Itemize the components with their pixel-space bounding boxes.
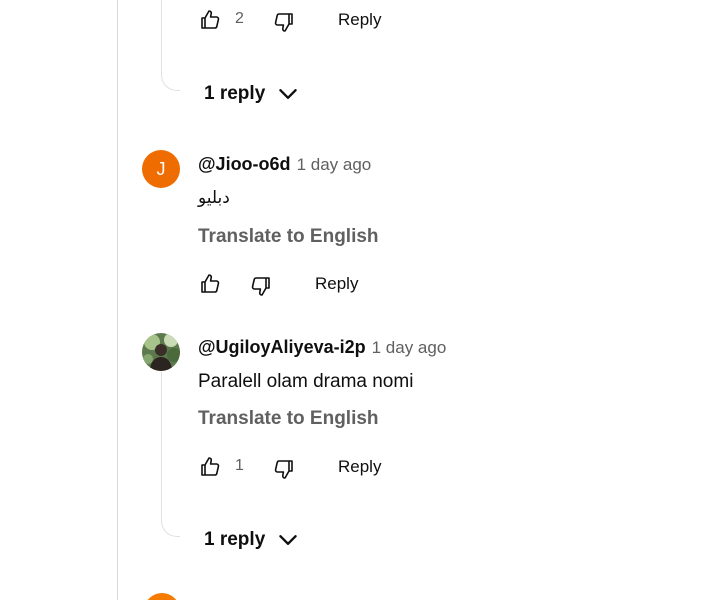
replies-count: 1 reply xyxy=(204,529,266,550)
author-handle[interactable]: @UgiloyAliyeva-i2p xyxy=(198,337,366,358)
timestamp[interactable]: 1 day ago xyxy=(372,338,447,358)
replies-count: 1 reply xyxy=(204,83,266,104)
like-button[interactable] xyxy=(198,272,222,296)
avatar[interactable] xyxy=(142,333,180,371)
like-button[interactable] xyxy=(198,455,222,479)
dislike-button[interactable] xyxy=(272,457,296,481)
thumbs-down-icon xyxy=(251,277,270,296)
thumbs-down-icon xyxy=(274,460,293,479)
like-count: 2 xyxy=(235,10,244,27)
dislike-button[interactable] xyxy=(249,274,273,298)
avatar-photo-icon xyxy=(142,333,180,371)
chevron-down-icon xyxy=(279,535,298,545)
like-button[interactable] xyxy=(198,8,222,32)
comment-header: @UgiloyAliyeva-i2p 1 day ago xyxy=(198,337,446,358)
thread-line xyxy=(161,372,180,537)
replies-toggle[interactable]: 1 reply xyxy=(204,527,301,553)
comments-panel: 2 Reply 1 reply J @Jioo-o6d 1 day ago دب… xyxy=(0,0,702,600)
divider xyxy=(117,0,118,600)
thumbs-down-icon xyxy=(274,13,293,32)
reply-button[interactable]: Reply xyxy=(315,274,358,294)
timestamp[interactable]: 1 day ago xyxy=(297,155,372,175)
thumbs-up-icon xyxy=(201,10,220,29)
comment-text: دبليو xyxy=(198,188,230,207)
translate-button[interactable]: Translate to English xyxy=(198,226,379,248)
author-handle[interactable]: @Jioo-o6d xyxy=(198,154,291,175)
replies-toggle[interactable]: 1 reply xyxy=(204,81,301,107)
comment-header: @Jioo-o6d 1 day ago xyxy=(198,154,371,175)
dislike-button[interactable] xyxy=(272,10,296,34)
chevron-down-icon xyxy=(279,89,298,99)
avatar-letter: J xyxy=(156,158,166,179)
avatar[interactable] xyxy=(144,593,180,600)
reply-button[interactable]: Reply xyxy=(338,10,381,30)
like-count: 1 xyxy=(235,457,244,474)
thread-line xyxy=(161,0,180,91)
translate-button[interactable]: Translate to English xyxy=(198,408,379,430)
thumbs-up-icon xyxy=(201,274,220,293)
comment-text: Paralell olam drama nomi xyxy=(198,371,414,392)
reply-button[interactable]: Reply xyxy=(338,457,381,477)
avatar[interactable]: J xyxy=(142,150,180,188)
thumbs-up-icon xyxy=(201,457,220,476)
